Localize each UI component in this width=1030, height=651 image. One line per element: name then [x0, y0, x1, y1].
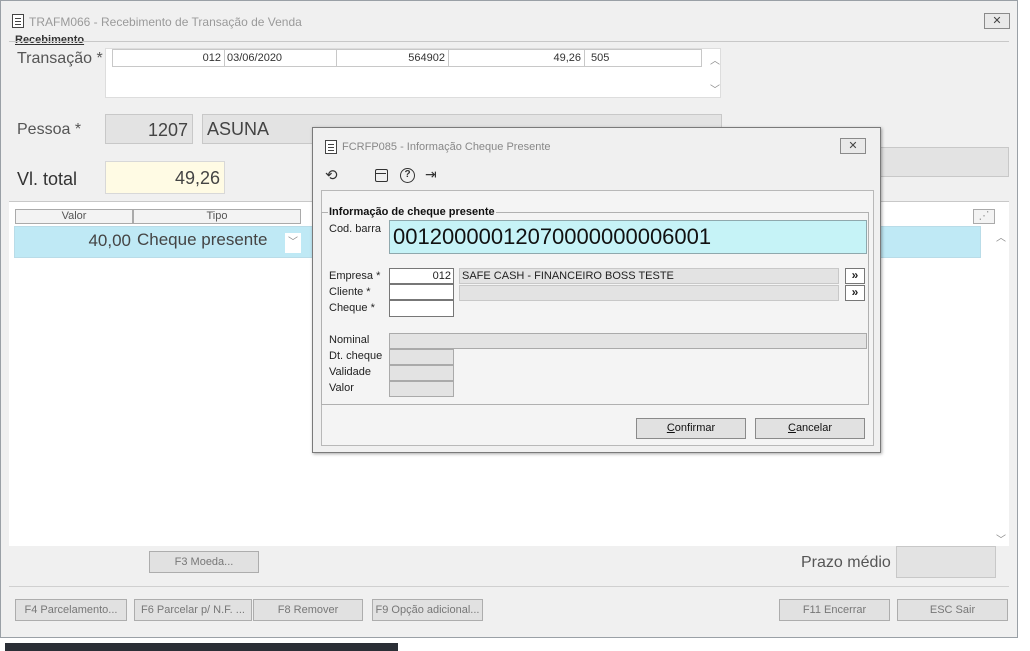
dialog-title: FCRFP085 - Informação Cheque Presente — [342, 141, 551, 153]
empresa-code-input[interactable]: 012 — [389, 268, 454, 284]
grid-header-tipo[interactable]: Tipo — [133, 209, 301, 224]
taskbar — [5, 643, 398, 651]
validade-field — [389, 365, 454, 381]
help-icon[interactable]: ? — [400, 168, 415, 183]
calendar-icon[interactable] — [375, 169, 388, 182]
dt-cheque-field — [389, 349, 454, 365]
grid-scroll-down-icon[interactable]: ﹀ — [996, 531, 1006, 546]
cliente-lookup-button[interactable]: » — [845, 285, 865, 301]
cod-barra-label: Cod. barra — [329, 223, 381, 235]
title-bar: TRAFM066 - Recebimento de Transação de V… — [1, 1, 1017, 31]
confirmar-label: onfirmar — [674, 422, 716, 434]
total-label: Vl. total — [17, 169, 78, 189]
validade-label: Validade — [329, 366, 371, 378]
valor-field — [389, 381, 454, 397]
transacao-empresa: 012 — [113, 50, 225, 66]
grid-settings-icon[interactable]: ⋰ — [973, 209, 995, 224]
cliente-name-field — [459, 285, 839, 301]
cliente-label: Cliente * — [329, 286, 371, 298]
cheque-label: Cheque * — [329, 302, 375, 314]
f9-opcao-button[interactable]: F9 Opção adicional... — [372, 599, 483, 621]
total-field: 49,26 — [105, 161, 225, 194]
group-label: Recebimento — [15, 34, 85, 46]
close-button[interactable]: ✕ — [984, 13, 1010, 29]
transacao-row[interactable]: 012 03/06/2020 564902 49,26 505 — [112, 49, 702, 67]
cod-barra-input[interactable]: 00120000012070000000006001 — [389, 220, 867, 254]
f3-moeda-button[interactable]: F3 Moeda... — [149, 551, 259, 573]
cheque-input[interactable] — [389, 300, 454, 317]
nominal-label: Nominal — [329, 334, 370, 346]
empresa-lookup-button[interactable]: » — [845, 268, 865, 284]
f8-remover-button[interactable]: F8 Remover — [253, 599, 363, 621]
dropdown-chevron-icon[interactable]: ﹀ — [285, 233, 301, 253]
pessoa-label: Pessoa * — [17, 121, 82, 138]
prazo-medio-field — [896, 546, 996, 578]
valor-label: Valor — [329, 382, 354, 394]
cheque-presente-dialog: FCRFP085 - Informação Cheque Presente ✕ … — [312, 127, 881, 453]
nominal-field — [389, 333, 867, 349]
dialog-document-icon — [325, 140, 337, 154]
f4-parcelamento-button[interactable]: F4 Parcelamento... — [15, 599, 127, 621]
grid-header-valor[interactable]: Valor — [15, 209, 133, 224]
grid-cell-valor: 40,00 — [88, 231, 131, 250]
window-title: TRAFM066 - Recebimento de Transação de V… — [29, 15, 302, 29]
scroll-down-icon[interactable]: ﹀ — [710, 81, 720, 96]
dialog-close-button[interactable]: ✕ — [840, 138, 866, 154]
cliente-code-input[interactable] — [389, 284, 454, 300]
transacao-code: 505 — [591, 52, 610, 64]
group-divider — [9, 41, 1009, 42]
empresa-label: Empresa * — [329, 270, 381, 282]
scroll-up-icon[interactable]: ︿ — [710, 52, 720, 67]
grid-cell-tipo[interactable]: Cheque presente — [135, 227, 283, 257]
footer-divider — [9, 586, 1009, 587]
esc-sair-button[interactable]: ESC Sair — [897, 599, 1008, 621]
transacao-label: Transação * — [17, 50, 103, 67]
pessoa-code-field: 1207 — [105, 114, 193, 144]
dt-cheque-label: Dt. cheque — [329, 350, 383, 362]
cancelar-button[interactable]: Cancelar — [755, 418, 865, 439]
prazo-medio-label: Prazo médio — [801, 554, 891, 571]
transacao-number: 564902 — [337, 50, 449, 66]
dialog-group-label: Informação de cheque presente — [328, 206, 496, 218]
extra-field — [861, 147, 1009, 177]
grid-scroll-up-icon[interactable]: ︿ — [996, 229, 1006, 244]
transacao-value: 49,26 — [449, 50, 585, 66]
transacao-list[interactable]: 012 03/06/2020 564902 49,26 505 ︿ ﹀ — [105, 48, 721, 98]
document-icon — [12, 14, 24, 28]
empresa-name-field: SAFE CASH - FINANCEIRO BOSS TESTE — [459, 268, 839, 284]
f11-encerrar-button[interactable]: F11 Encerrar — [779, 599, 890, 621]
exit-icon[interactable]: ⇥ — [425, 166, 437, 183]
transacao-date: 03/06/2020 — [225, 50, 337, 66]
confirmar-button[interactable]: Confirmar — [636, 418, 746, 439]
f6-parcelar-button[interactable]: F6 Parcelar p/ N.F. ... — [134, 599, 252, 621]
cancelar-label: ancelar — [795, 422, 833, 434]
refresh-icon[interactable]: ⟲ — [325, 166, 338, 184]
